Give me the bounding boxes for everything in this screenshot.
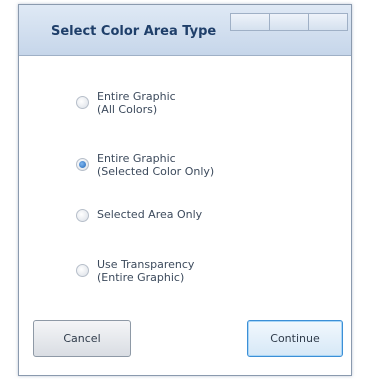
dialog-title: Select Color Area Type [51,24,217,39]
radio-button-selected[interactable] [76,158,89,171]
select-color-area-dialog: Select Color Area Type Entire Graphic (A… [18,4,352,376]
close-button[interactable] [308,13,348,31]
option-use-transparency[interactable]: Use Transparency (Entire Graphic) [76,258,194,284]
option-entire-graphic-all-colors[interactable]: Entire Graphic (All Colors) [76,90,176,116]
radio-button[interactable] [76,264,89,277]
dialog-content: Entire Graphic (All Colors) Entire Graph… [19,56,351,375]
maximize-button[interactable] [269,13,309,31]
option-label: Entire Graphic (Selected Color Only) [97,152,215,178]
option-label: Entire Graphic (All Colors) [97,90,176,116]
dialog-title-bar[interactable]: Select Color Area Type [19,5,351,56]
continue-button[interactable]: Continue [247,320,343,357]
radio-button[interactable] [76,96,89,109]
minimize-button[interactable] [230,13,270,31]
cancel-button[interactable]: Cancel [33,320,131,357]
window-caption-buttons [230,13,348,31]
option-label: Selected Area Only [97,208,203,221]
option-selected-area-only[interactable]: Selected Area Only [76,208,202,222]
option-entire-graphic-selected-color[interactable]: Entire Graphic (Selected Color Only) [76,152,214,178]
radio-button[interactable] [76,209,89,222]
option-label: Use Transparency (Entire Graphic) [97,258,195,284]
